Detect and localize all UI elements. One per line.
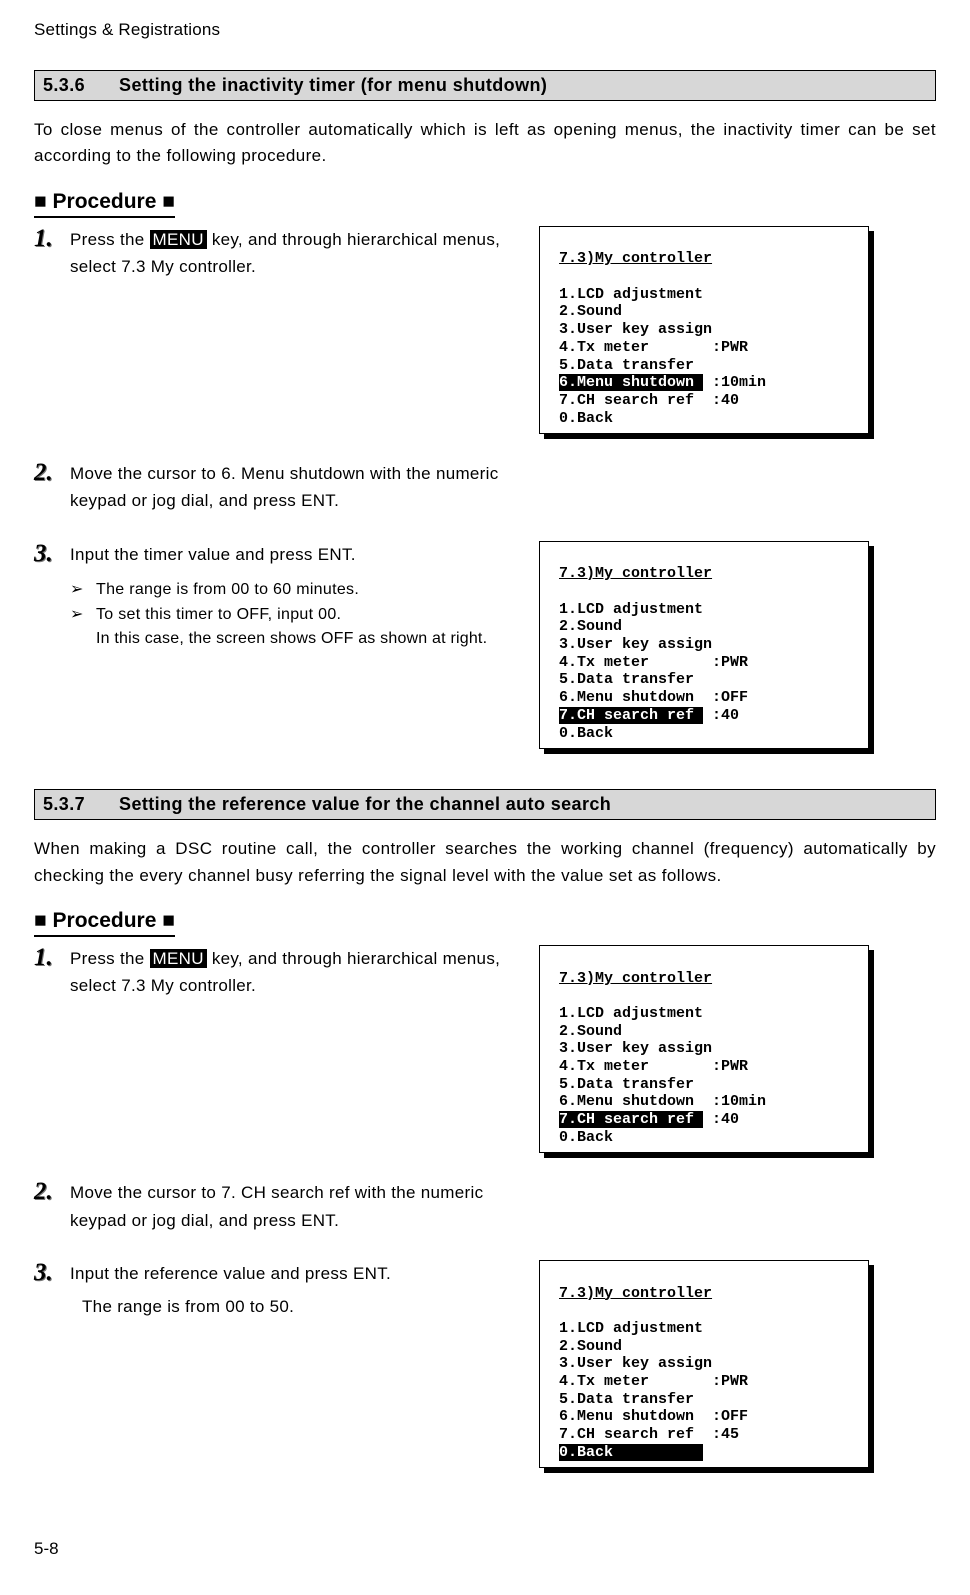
running-header: Settings & Registrations xyxy=(34,20,936,40)
procedure-heading-536: ■ Procedure ■ xyxy=(34,190,175,218)
bullet-arrow-icon: ➢ xyxy=(70,603,96,628)
lcd-line: 4.Tx meter :PWR xyxy=(559,1373,748,1390)
lcd-line-highlight: 7.CH search ref xyxy=(559,707,703,724)
lcd-screen-537-1: 7.3)My controller 1.LCD adjustment 2.Sou… xyxy=(539,945,869,1154)
menu-key-badge: MENU xyxy=(150,949,207,968)
lcd-line-highlight: 7.CH search ref xyxy=(559,1111,703,1128)
step-text: Move the cursor to 7. CH search ref with… xyxy=(70,1179,509,1233)
lcd-line: 2.Sound xyxy=(559,1338,622,1355)
lcd-line: 0.Back xyxy=(559,410,613,427)
lcd-title: 7.3)My controller xyxy=(559,565,712,582)
section-title: Setting the inactivity timer (for menu s… xyxy=(119,75,547,96)
lcd-line: 3.User key assign xyxy=(559,1040,712,1057)
step-text: Input the reference value and press ENT. xyxy=(70,1260,391,1287)
section-number: 5.3.6 xyxy=(43,75,85,96)
lcd-line: 1.LCD adjustment xyxy=(559,286,703,303)
lcd-line: :40 xyxy=(703,707,739,724)
section-bar-537: 5.3.7 Setting the reference value for th… xyxy=(34,789,936,820)
lcd-line: 2.Sound xyxy=(559,303,622,320)
lcd-line: 6.Menu shutdown :OFF xyxy=(559,689,748,706)
step-text: Press the MENU key, and through hierarch… xyxy=(70,226,509,280)
lcd-line: 3.User key assign xyxy=(559,1355,712,1372)
lcd-line: 3.User key assign xyxy=(559,636,712,653)
lcd-line: 1.LCD adjustment xyxy=(559,1005,703,1022)
lcd-line: 2.Sound xyxy=(559,1023,622,1040)
lcd-title: 7.3)My controller xyxy=(559,970,712,987)
step-number: 1. xyxy=(34,226,70,251)
procedure-heading-537: ■ Procedure ■ xyxy=(34,909,175,937)
lcd-line: 5.Data transfer xyxy=(559,671,694,688)
section-bar-536: 5.3.6 Setting the inactivity timer (for … xyxy=(34,70,936,101)
section-number: 5.3.7 xyxy=(43,794,85,815)
lcd-screen-536-2: 7.3)My controller 1.LCD adjustment 2.Sou… xyxy=(539,541,869,750)
step-number: 2. xyxy=(34,1179,70,1204)
bullet-text: The range is from 00 to 60 minutes. xyxy=(96,578,359,603)
lcd-line: 7.CH search ref :45 xyxy=(559,1426,739,1443)
lcd-title: 7.3)My controller xyxy=(559,250,712,267)
lcd-screen-536-1: 7.3)My controller 1.LCD adjustment 2.Sou… xyxy=(539,226,869,435)
step-text-pre: Press the xyxy=(70,949,150,968)
step-number: 3. xyxy=(34,541,70,566)
step-number: 1. xyxy=(34,945,70,970)
lcd-line: 6.Menu shutdown :10min xyxy=(559,1093,766,1110)
lcd-line-highlight: 0.Back xyxy=(559,1444,703,1461)
lcd-line: 5.Data transfer xyxy=(559,1076,694,1093)
lcd-line: 6.Menu shutdown :OFF xyxy=(559,1408,748,1425)
section-title: Setting the reference value for the chan… xyxy=(119,794,611,815)
lcd-line: 0.Back xyxy=(559,725,613,742)
step-text: Input the timer value and press ENT. ➢Th… xyxy=(70,541,509,653)
bullet-text: To set this timer to OFF, input 00. xyxy=(96,603,341,628)
bullet-text: In this case, the screen shows OFF as sh… xyxy=(96,627,487,652)
lcd-line: 4.Tx meter :PWR xyxy=(559,339,748,356)
page-number: 5-8 xyxy=(34,1539,59,1559)
lcd-line: 2.Sound xyxy=(559,618,622,635)
step-number: 2. xyxy=(34,460,70,485)
lcd-line: :10min xyxy=(703,374,766,391)
lcd-screen-537-2: 7.3)My controller 1.LCD adjustment 2.Sou… xyxy=(539,1260,869,1469)
step-note: The range is from 00 to 50. xyxy=(82,1293,294,1320)
menu-key-badge: MENU xyxy=(150,230,207,249)
lcd-line: 1.LCD adjustment xyxy=(559,1320,703,1337)
lcd-line: 5.Data transfer xyxy=(559,357,694,374)
section-intro-536: To close menus of the controller automat… xyxy=(34,117,936,170)
lcd-line: :40 xyxy=(703,1111,739,1128)
lcd-line: 4.Tx meter :PWR xyxy=(559,654,748,671)
lcd-line: 1.LCD adjustment xyxy=(559,601,703,618)
lcd-line: 3.User key assign xyxy=(559,321,712,338)
lcd-line: 7.CH search ref :40 xyxy=(559,392,739,409)
lcd-line: 4.Tx meter :PWR xyxy=(559,1058,748,1075)
lcd-line-highlight: 6.Menu shutdown xyxy=(559,374,703,391)
bullet-arrow-icon: ➢ xyxy=(70,578,96,603)
step-text-main: Input the timer value and press ENT. xyxy=(70,541,509,568)
step-text: Move the cursor to 6. Menu shutdown with… xyxy=(70,460,509,514)
section-intro-537: When making a DSC routine call, the cont… xyxy=(34,836,936,889)
lcd-title: 7.3)My controller xyxy=(559,1285,712,1302)
step-text: Press the MENU key, and through hierarch… xyxy=(70,945,509,999)
lcd-line: 5.Data transfer xyxy=(559,1391,694,1408)
lcd-line: 0.Back xyxy=(559,1129,613,1146)
step-text-pre: Press the xyxy=(70,230,150,249)
step-number: 3. xyxy=(34,1260,70,1285)
